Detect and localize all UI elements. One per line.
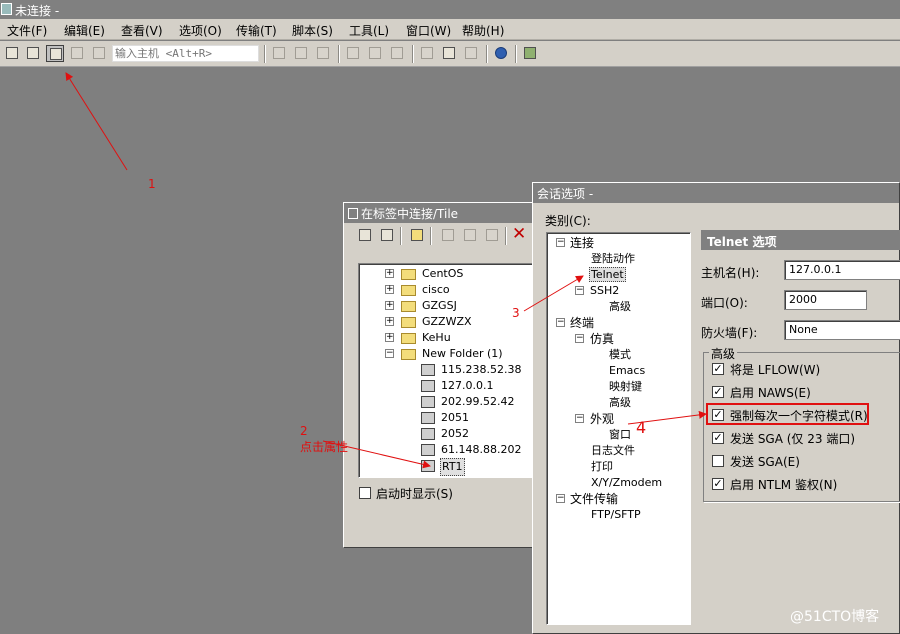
annotation-arrows — [65, 72, 707, 469]
arrow-1 — [65, 72, 128, 171]
annotation-1: 1 — [148, 177, 156, 191]
watermark: @51CTO博客 — [790, 609, 880, 625]
annotation-4: 4 — [636, 418, 647, 437]
arrow-3 — [523, 275, 584, 312]
annotation-2-text: 点击属性 — [300, 440, 349, 454]
annotation-3: 3 — [512, 306, 520, 320]
annotation-2: 2 — [300, 424, 308, 438]
